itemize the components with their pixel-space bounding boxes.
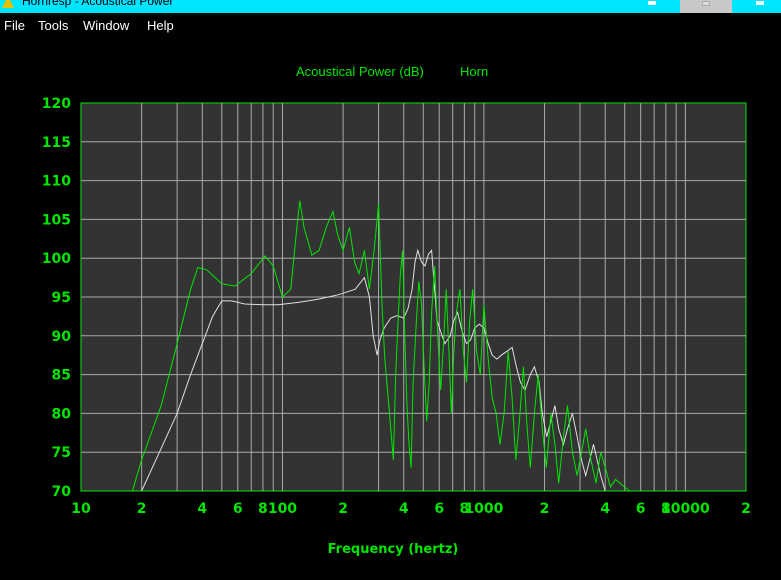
- y-tick-label: 120: [42, 96, 71, 112]
- x-tick-label: 4: [399, 501, 409, 517]
- x-tick-label: 10: [71, 501, 91, 517]
- x-tick-label: 2: [540, 501, 550, 517]
- x-tick-label: 100: [268, 501, 297, 517]
- y-tick-label: 80: [52, 406, 72, 422]
- x-tick-label: 2: [741, 501, 751, 517]
- y-axis-ticks: 120 115 110 105 100 95 90 85 80 75 70: [42, 96, 71, 500]
- x-tick-label: 1000: [464, 501, 503, 517]
- x-tick-label: 8: [258, 501, 268, 517]
- x-tick-label: 6: [636, 501, 646, 517]
- y-tick-label: 110: [42, 174, 71, 190]
- y-tick-label: 75: [52, 445, 71, 461]
- x-tick-label: 4: [600, 501, 610, 517]
- x-tick-label: 2: [137, 501, 147, 517]
- x-tick-label: 6: [434, 501, 444, 517]
- y-tick-label: 105: [42, 212, 71, 228]
- y-tick-label: 100: [42, 251, 71, 267]
- y-tick-label: 70: [52, 484, 72, 500]
- x-tick-label: 4: [197, 501, 207, 517]
- y-tick-label: 90: [52, 329, 72, 345]
- y-tick-label: 85: [52, 368, 71, 384]
- x-tick-label: 10000: [661, 501, 710, 517]
- x-axis-label: Frequency (hertz): [328, 542, 459, 557]
- x-axis-ticks: 10 2 4 6 8 100 2 4 6 81000 2 4 6 810000 2: [71, 501, 751, 517]
- x-tick-label: 6: [233, 501, 243, 517]
- x-tick-label: 2: [338, 501, 348, 517]
- acoustical-power-chart: Acoustical Power (dB) Horn 1201151101051…: [42, 64, 751, 557]
- y-tick-label: 95: [52, 290, 71, 306]
- chart-title: Acoustical Power (dB): [296, 64, 424, 79]
- y-tick-label: 115: [42, 135, 71, 151]
- chart-series-label: Horn: [460, 64, 488, 79]
